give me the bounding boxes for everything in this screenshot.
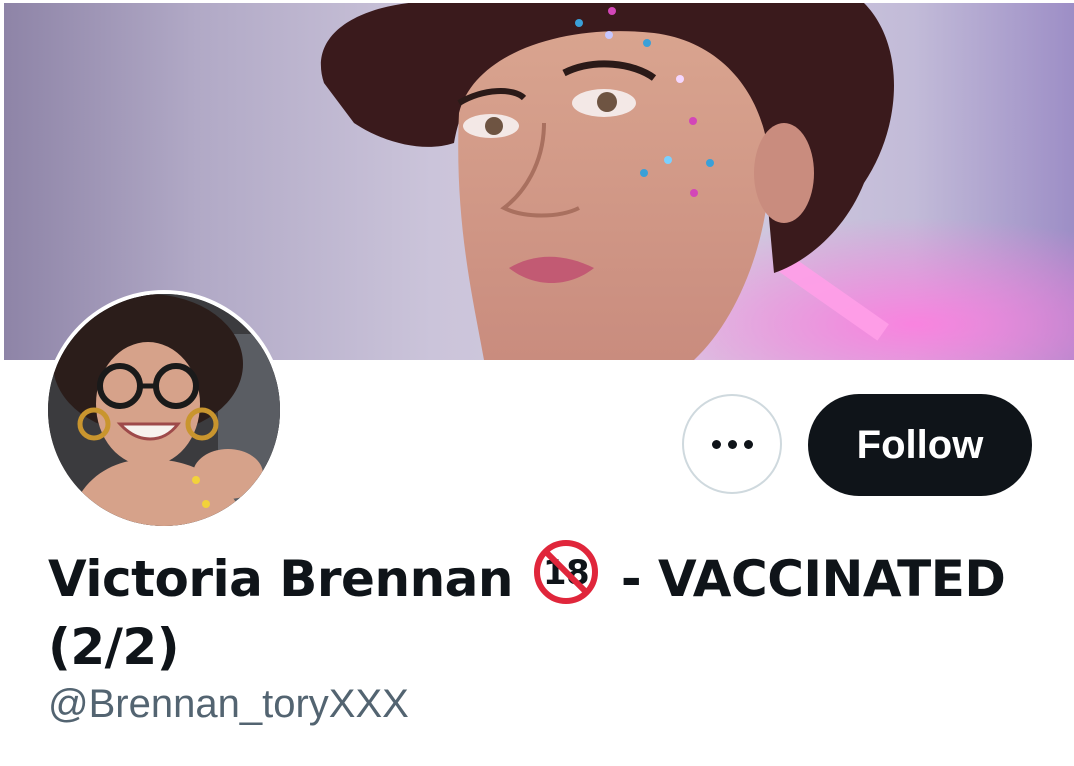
no-under-18-icon: 18 bbox=[533, 540, 598, 604]
display-name-main: Victoria Brennan bbox=[48, 550, 514, 608]
profile-header: Follow Victoria Brennan 18 - VACCINATED … bbox=[0, 0, 1074, 766]
profile-avatar[interactable] bbox=[44, 290, 284, 530]
follow-button[interactable]: Follow bbox=[808, 394, 1032, 496]
display-name: Victoria Brennan 18 - VACCINATED (2/2) bbox=[48, 540, 1058, 681]
user-handle: @Brennan_toryXXX bbox=[48, 682, 409, 726]
ellipsis-icon bbox=[711, 439, 753, 449]
more-options-button[interactable] bbox=[682, 394, 782, 494]
avatar-photo bbox=[48, 294, 280, 526]
